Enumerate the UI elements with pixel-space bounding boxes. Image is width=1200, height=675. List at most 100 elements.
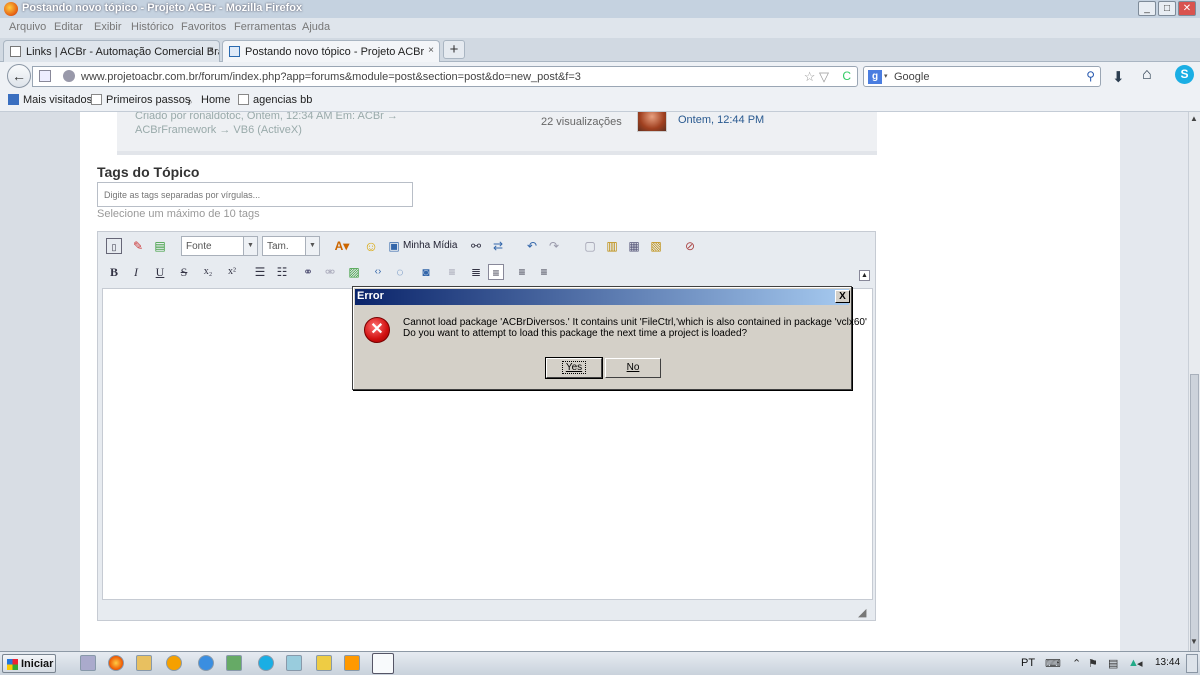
show-desktop-button[interactable] [1186, 654, 1198, 673]
bookmark-star-icon[interactable]: ☆ ▽ [804, 69, 829, 85]
url-text[interactable]: www.projetoacbr.com.br/forum/index.php?a… [81, 71, 581, 83]
bookmark-mais-visitados[interactable]: Mais visitados [8, 94, 92, 106]
bookmark-agencias-bb[interactable]: agencias bb [238, 94, 312, 106]
menu-arquivo[interactable]: Arquivo [9, 21, 46, 33]
resize-grip-icon[interactable]: ◢ [858, 606, 866, 619]
find-icon[interactable]: ⚯ [468, 238, 484, 254]
italic-button[interactable]: I [128, 264, 144, 280]
code-icon[interactable]: ‹› [370, 264, 386, 280]
bold-button[interactable]: B [106, 264, 122, 280]
new-tab-button[interactable]: + [443, 40, 465, 59]
unlink-icon[interactable]: ⚮ [322, 264, 338, 280]
emoticon-icon[interactable]: ☺ [363, 238, 379, 254]
close-tab-icon[interactable]: × [208, 45, 214, 56]
firefox-taskbar-icon[interactable] [108, 655, 124, 671]
tags-field[interactable] [97, 182, 413, 207]
scroll-thumb[interactable] [1190, 374, 1199, 651]
quote-icon[interactable]: ◌ [392, 264, 408, 280]
no-button[interactable]: No [605, 358, 661, 378]
numbered-list-icon[interactable]: ☷ [274, 264, 290, 280]
language-indicator[interactable]: PT [1021, 657, 1035, 669]
search-icon[interactable]: ⚲ [1086, 69, 1095, 83]
office-icon[interactable] [344, 655, 360, 671]
media-icon[interactable]: ▣ [386, 238, 402, 254]
clock[interactable]: 13:44 [1155, 657, 1180, 668]
menu-ajuda[interactable]: Ajuda [302, 21, 330, 33]
menu-exibir[interactable]: Exibir [94, 21, 122, 33]
font-family-select[interactable]: Fonte ▼ [181, 236, 258, 256]
tab-postando-novo-topico[interactable]: Postando novo tópico - Projeto ACBr × [222, 40, 440, 63]
image-icon[interactable]: ▨ [346, 264, 362, 280]
volume-icon[interactable]: ◂ [1137, 657, 1143, 670]
spellcheck-icon[interactable]: ⊘ [682, 238, 698, 254]
menu-editar[interactable]: Editar [54, 21, 83, 33]
indent-icon[interactable]: ≣ [468, 264, 484, 280]
replace-icon[interactable]: ⇄ [490, 238, 506, 254]
cut-icon[interactable]: ▢ [582, 238, 598, 254]
bookmark-home[interactable]: ♪ Home [187, 94, 230, 108]
align-right-icon[interactable]: ≡ [536, 264, 552, 280]
menu-favoritos[interactable]: Favoritos [181, 21, 226, 33]
reload-icon[interactable]: C [842, 69, 851, 83]
avatar[interactable] [637, 112, 667, 132]
delphi-taskbar-icon[interactable] [372, 653, 394, 674]
subscript-button[interactable]: x₂ [200, 264, 216, 280]
outdent-icon[interactable]: ≡ [444, 264, 460, 280]
tray-expand-icon[interactable]: ⌃ [1072, 657, 1081, 670]
skype-taskbar-icon[interactable] [258, 655, 274, 671]
scroll-up-icon[interactable]: ▲ [1190, 114, 1198, 123]
undo-icon[interactable]: ↶ [524, 238, 540, 254]
last-post-time[interactable]: Ontem, 12:44 PM [678, 114, 764, 126]
paste-icon[interactable]: ▦ [626, 238, 642, 254]
url-bar[interactable]: www.projetoacbr.com.br/forum/index.php?a… [32, 66, 858, 87]
tab-links-acbr[interactable]: Links | ACBr - Automação Comercial Brasi… [3, 40, 220, 62]
chevron-down-icon[interactable]: ▾ [884, 72, 888, 80]
flag-icon[interactable]: ⚑ [1088, 657, 1098, 670]
folder-icon[interactable] [136, 655, 152, 671]
clipboard-icon[interactable]: ▤ [1108, 657, 1118, 670]
home-icon[interactable]: ⌂ [1142, 66, 1152, 84]
close-tab-icon[interactable]: × [428, 45, 434, 56]
internet-explorer-icon[interactable] [198, 655, 214, 671]
link-icon[interactable]: ⚭ [300, 264, 316, 280]
maximize-button[interactable]: □ [1158, 1, 1176, 16]
search-input[interactable]: Google [894, 71, 929, 83]
google-icon[interactable]: g [868, 70, 882, 84]
spoiler-icon[interactable]: ◙ [418, 264, 434, 280]
show-desktop-icon[interactable] [80, 655, 96, 671]
start-button[interactable]: Iniciar [2, 654, 56, 673]
align-left-icon[interactable]: ≡ [488, 264, 504, 280]
network-icon[interactable] [226, 655, 242, 671]
tags-input[interactable] [98, 183, 412, 206]
topic-forum-path[interactable]: ACBrFramework → VB6 (ActiveX) [135, 124, 302, 136]
paste-text-icon[interactable]: ▤ [152, 238, 168, 254]
minimize-button[interactable]: _ [1138, 1, 1156, 16]
align-center-icon[interactable]: ≡ [514, 264, 530, 280]
yes-button[interactable]: Yes [545, 357, 603, 379]
download-icon[interactable]: ⬇ [1112, 68, 1125, 86]
strike-button[interactable]: S [176, 264, 192, 280]
search-bar[interactable]: g ▾ Google ⚲ [863, 66, 1101, 87]
underline-button[interactable]: U [152, 264, 168, 280]
source-icon[interactable]: ▯ [106, 238, 122, 254]
text-color-icon[interactable]: A▾ [334, 238, 350, 254]
keyboard-icon[interactable]: ⌨ [1045, 657, 1061, 670]
back-button[interactable]: ← [7, 64, 31, 88]
minha-midia-button[interactable]: Minha Mídia [403, 240, 457, 251]
font-size-select[interactable]: Tam. ▼ [262, 236, 320, 256]
copy-icon[interactable]: ▥ [604, 238, 620, 254]
scroll-down-icon[interactable]: ▼ [1190, 637, 1198, 646]
page-grid-icon[interactable] [39, 70, 51, 82]
paste-word-icon[interactable]: ▧ [648, 238, 664, 254]
redo-icon[interactable]: ↷ [546, 238, 562, 254]
superscript-button[interactable]: x² [224, 264, 240, 280]
menu-ferramentas[interactable]: Ferramentas [234, 21, 296, 33]
page-scrollbar[interactable]: ▲ ▼ [1188, 112, 1200, 651]
bullet-list-icon[interactable]: ☰ [252, 264, 268, 280]
eraser-icon[interactable]: ✎ [130, 238, 146, 254]
notepad-icon[interactable] [286, 655, 302, 671]
skype-icon[interactable]: S [1175, 65, 1194, 84]
bookmark-primeiros-passos[interactable]: Primeiros passos [91, 94, 190, 106]
collapse-toolbar-icon[interactable]: ▲ [859, 270, 870, 281]
dialog-close-button[interactable]: X [835, 290, 850, 303]
